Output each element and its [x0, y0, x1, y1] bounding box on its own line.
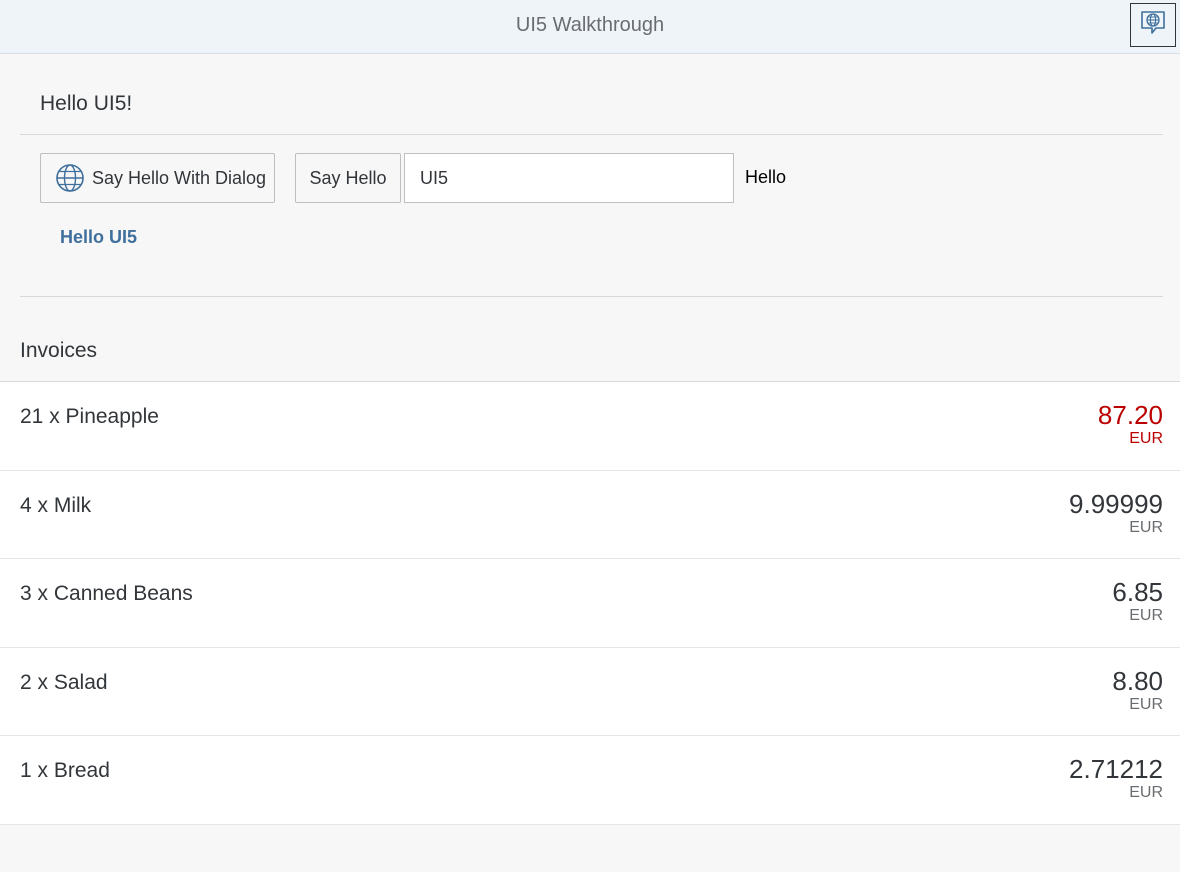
invoice-amount-number: 87.20 — [1097, 400, 1163, 430]
invoice-amount-currency: EUR — [1129, 784, 1163, 802]
feedback-globe-icon — [1139, 9, 1167, 42]
invoice-row[interactable]: 1 x Bread 2.71212 EUR — [0, 736, 1180, 825]
hello-link[interactable]: Hello UI5 — [60, 226, 137, 248]
say-hello-label: Say Hello — [309, 167, 387, 188]
invoice-title: 4 x Milk — [20, 493, 92, 517]
say-hello-button[interactable]: Say Hello — [295, 153, 401, 203]
panel-header-divider — [20, 134, 1163, 135]
feedback-button[interactable] — [1130, 3, 1176, 47]
app-title: UI5 Walkthrough — [515, 14, 665, 36]
invoice-amount-currency: EUR — [1129, 430, 1163, 447]
say-hello-dialog-button[interactable]: Say Hello With Dialog — [40, 153, 275, 203]
invoice-amount: 6.85 EUR — [1112, 577, 1163, 625]
invoice-row[interactable]: 2 x Salad 8.80 EUR — [0, 647, 1180, 737]
invoice-amount: 87.20 EUR — [1098, 400, 1163, 448]
invoice-row[interactable]: 4 x Milk 9.99999 EUR — [0, 470, 1180, 560]
invoice-amount-number: 9.99999 — [1069, 488, 1163, 519]
shell-bar: UI5 Walkthrough — [0, 0, 1180, 54]
invoice-title: 3 x Canned Beans — [20, 582, 193, 606]
panel-bottom-divider — [20, 296, 1163, 297]
invoice-title: 1 x Bread — [20, 759, 110, 783]
name-input[interactable] — [404, 153, 734, 203]
invoice-amount: 8.80 EUR — [1112, 666, 1163, 714]
invoice-title: 21 x Pineapple — [20, 405, 159, 428]
say-hello-dialog-label: Say Hello With Dialog — [92, 167, 267, 188]
world-icon — [55, 163, 85, 193]
invoice-list-title: Invoices — [20, 339, 98, 362]
invoice-amount-number: 8.80 — [1112, 665, 1163, 696]
invoice-amount-number: 6.85 — [1112, 577, 1163, 608]
greeting-text: Hello — [745, 167, 787, 187]
invoice-amount-number: 2.71212 — [1069, 754, 1163, 785]
invoice-amount-currency: EUR — [1129, 518, 1163, 536]
invoice-row[interactable]: 21 x Pineapple 87.20 EUR — [0, 382, 1180, 471]
invoice-row[interactable]: 3 x Canned Beans 6.85 EUR — [0, 559, 1180, 648]
panel-title: Hello UI5! — [40, 92, 133, 115]
invoice-amount-currency: EUR — [1129, 607, 1163, 625]
invoice-title: 2 x Salad — [20, 670, 108, 694]
invoice-amount-currency: EUR — [1129, 695, 1163, 713]
invoice-list: 21 x Pineapple 87.20 EUR 4 x Milk 9.9999… — [0, 381, 1180, 825]
invoice-amount: 9.99999 EUR — [1069, 489, 1163, 537]
invoice-amount: 2.71212 EUR — [1069, 754, 1163, 802]
